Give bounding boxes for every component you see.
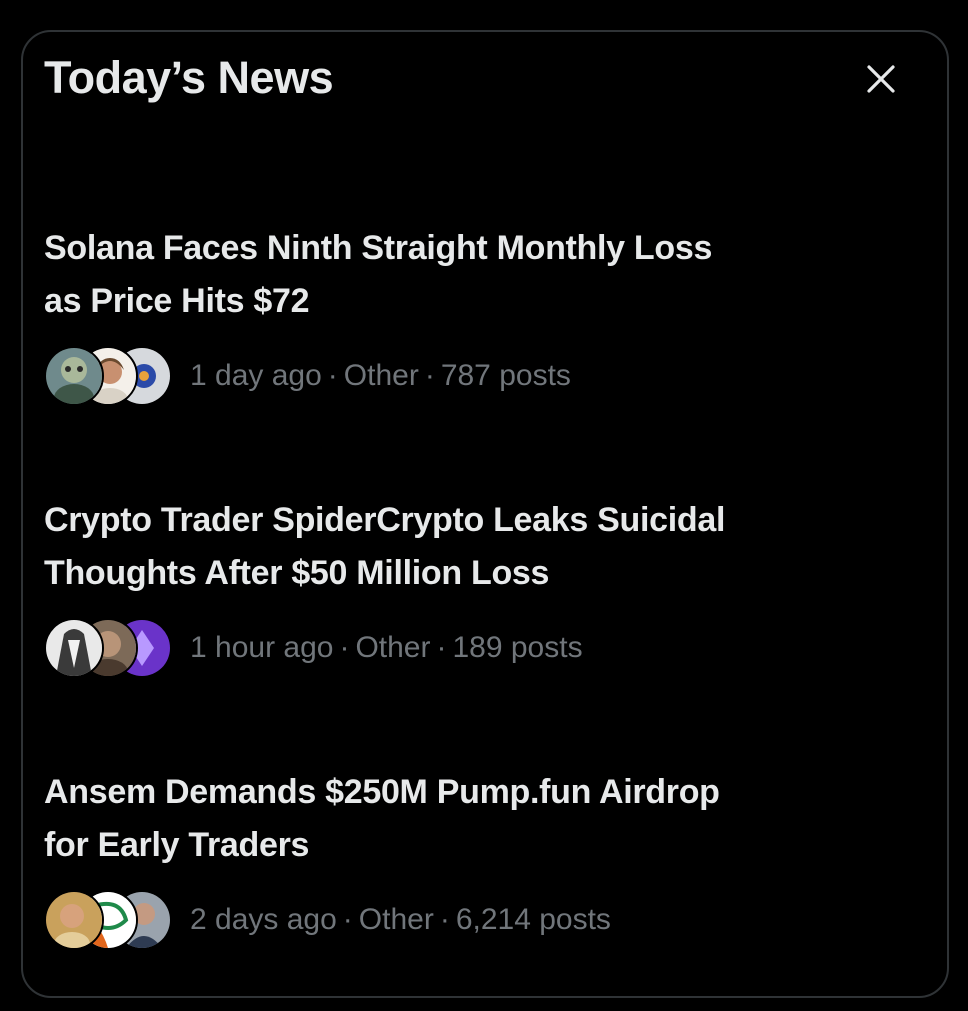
news-headline: Ansem Demands $250M Pump.fun Airdrop for…: [44, 766, 924, 872]
news-meta-text: 1 hour ago · Other · 189 posts: [190, 631, 583, 665]
news-meta: 2 days ago · Other · 6,214 posts: [44, 890, 924, 950]
avatar: [44, 618, 104, 678]
news-item[interactable]: Ansem Demands $250M Pump.fun Airdrop for…: [44, 766, 924, 950]
news-headline: Solana Faces Ninth Straight Monthly Loss…: [44, 222, 924, 328]
news-headline-line: for Early Traders: [44, 826, 310, 864]
avatar-stack: [44, 890, 172, 950]
news-post-count: 6,214 posts: [455, 903, 611, 936]
meta-separator: ·: [436, 631, 447, 664]
avatar-stack: [44, 346, 172, 406]
avatar: [44, 346, 104, 406]
avatar-stack: [44, 618, 172, 678]
news-meta-text: 1 day ago · Other · 787 posts: [190, 359, 571, 393]
news-post-count: 189 posts: [452, 631, 583, 664]
news-item[interactable]: Solana Faces Ninth Straight Monthly Loss…: [44, 222, 924, 406]
news-time: 2 days ago: [190, 903, 337, 936]
news-headline-line: Crypto Trader SpiderCrypto Leaks Suicida…: [44, 501, 726, 539]
news-time: 1 day ago: [190, 359, 322, 392]
news-item[interactable]: Crypto Trader SpiderCrypto Leaks Suicida…: [44, 494, 924, 678]
panel-title: Today’s News: [44, 52, 334, 103]
news-meta: 1 day ago · Other · 787 posts: [44, 346, 924, 406]
news-category: Other: [358, 903, 434, 936]
news-meta-text: 2 days ago · Other · 6,214 posts: [190, 903, 611, 937]
news-meta: 1 hour ago · Other · 189 posts: [44, 618, 924, 678]
close-icon: [867, 65, 895, 93]
meta-separator: ·: [424, 359, 435, 392]
news-headline-line: Ansem Demands $250M Pump.fun Airdrop: [44, 773, 720, 811]
news-time: 1 hour ago: [190, 631, 334, 664]
meta-separator: ·: [327, 359, 338, 392]
panel-header: Today’s News: [44, 50, 924, 110]
news-headline: Crypto Trader SpiderCrypto Leaks Suicida…: [44, 494, 924, 600]
meta-separator: ·: [342, 903, 353, 936]
news-category: Other: [343, 359, 419, 392]
news-headline-line: Thoughts After $50 Million Loss: [44, 554, 550, 592]
meta-separator: ·: [439, 903, 450, 936]
avatar: [44, 890, 104, 950]
close-button[interactable]: [856, 54, 906, 104]
meta-separator: ·: [339, 631, 350, 664]
news-headline-line: Solana Faces Ninth Straight Monthly Loss: [44, 229, 713, 267]
news-post-count: 787 posts: [440, 359, 571, 392]
news-category: Other: [355, 631, 431, 664]
news-headline-line: as Price Hits $72: [44, 282, 310, 320]
